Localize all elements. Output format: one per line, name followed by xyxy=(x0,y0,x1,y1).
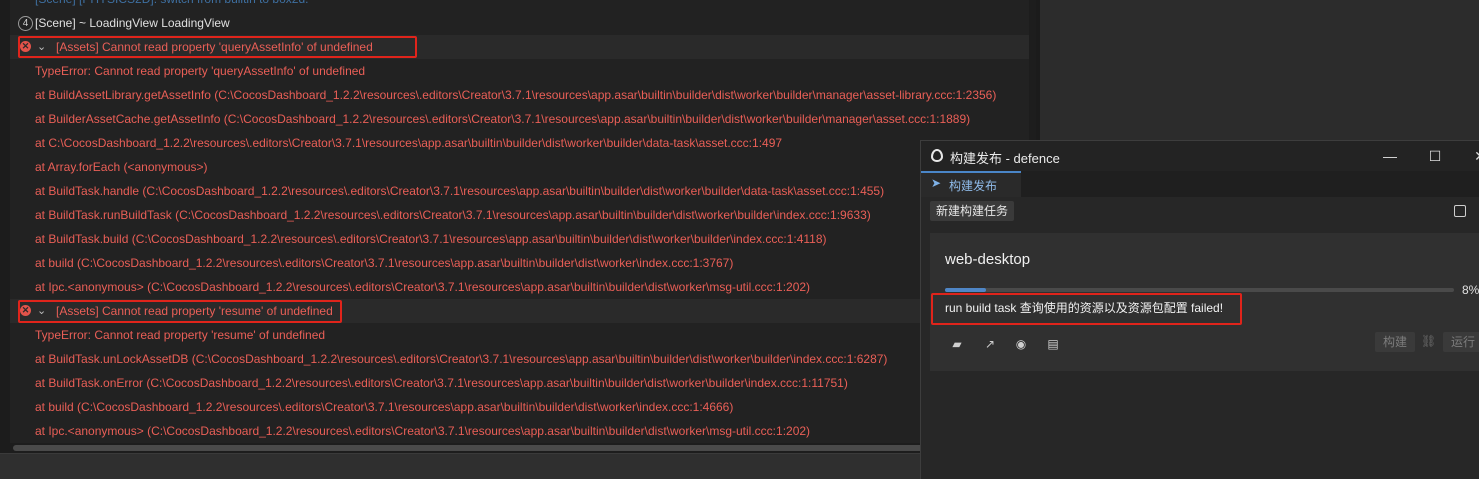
stack-trace-text: at build (C:\CocosDashboard_1.2.2\resour… xyxy=(35,400,734,414)
eye-icon[interactable]: ◉ xyxy=(1014,337,1028,351)
stack-trace-text: at Array.forEach (<anonymous>) xyxy=(35,160,208,174)
stack-trace-line[interactable]: TypeError: Cannot read property 'queryAs… xyxy=(10,59,1029,83)
tab-label: 构建发布 xyxy=(949,179,998,193)
stack-trace-line[interactable]: at build (C:\CocosDashboard_1.2.2\resour… xyxy=(10,395,1029,419)
stack-trace-line[interactable]: at BuildTask.handle (C:\CocosDashboard_1… xyxy=(10,179,1029,203)
stack-trace-line[interactable]: at Ipc.<anonymous> (C:\CocosDashboard_1.… xyxy=(10,275,1029,299)
maximize-button[interactable]: ☐ xyxy=(1413,141,1457,171)
bottom-status-bar xyxy=(0,453,1036,479)
task-platform-name: web-desktop xyxy=(945,251,1031,268)
build-progress-bar xyxy=(945,288,1454,292)
build-button[interactable]: 构建 xyxy=(1375,332,1415,352)
stack-trace-line[interactable]: at BuilderAssetCache.getAssetInfo (C:\Co… xyxy=(10,107,1029,131)
stack-trace-text: at C:\CocosDashboard_1.2.2\resources\.ed… xyxy=(35,136,783,150)
stack-trace-text: at BuildTask.unLockAssetDB (C:\CocosDash… xyxy=(35,352,888,366)
tab-build-publish[interactable]: ➤ 构建发布 xyxy=(921,171,1021,197)
link-icon[interactable]: ⛓ xyxy=(1421,334,1436,348)
new-build-task-button[interactable]: 新建构建任务 xyxy=(930,201,1015,221)
stack-trace-line[interactable]: at Ipc.<anonymous> (C:\CocosDashboard_1.… xyxy=(10,419,1029,443)
console-log-text: [Scene] [PHYSICS2D]: switch from builtin… xyxy=(35,0,308,11)
close-button[interactable]: ✕ xyxy=(1458,141,1479,171)
stack-trace-line[interactable]: TypeError: Cannot read property 'resume'… xyxy=(10,323,1029,347)
stack-trace-line[interactable]: at BuildTask.unLockAssetDB (C:\CocosDash… xyxy=(10,347,1029,371)
stack-trace-text: TypeError: Cannot read property 'queryAs… xyxy=(35,64,366,78)
stack-trace-text: at BuildTask.runBuildTask (C:\CocosDashb… xyxy=(35,208,871,222)
build-progress-percent: 8% xyxy=(1462,283,1479,297)
repeat-count-badge: 4 xyxy=(18,16,33,31)
window-title: 构建发布 - defence xyxy=(950,151,1060,166)
stack-trace-text: TypeError: Cannot read property 'resume'… xyxy=(35,328,326,342)
stack-trace-line[interactable]: at Array.forEach (<anonymous>) xyxy=(10,155,1029,179)
build-toolbar: 新建构建任务 xyxy=(921,197,1479,225)
edit-log-icon[interactable] xyxy=(1454,205,1466,217)
stack-trace-text: at build (C:\CocosDashboard_1.2.2\resour… xyxy=(35,256,734,270)
stack-trace-line[interactable]: at BuildAssetLibrary.getAssetInfo (C:\Co… xyxy=(10,83,1029,107)
highlight-box xyxy=(931,293,1242,325)
cocos-app-icon xyxy=(931,149,943,162)
document-icon[interactable]: ▤ xyxy=(1046,337,1060,351)
stack-trace-text: at BuildTask.build (C:\CocosDashboard_1.… xyxy=(35,232,827,246)
stack-trace-line[interactable]: at BuildTask.onError (C:\CocosDashboard_… xyxy=(10,371,1029,395)
tab-strip: ➤ 构建发布 xyxy=(921,171,1479,197)
stack-trace-text: at Ipc.<anonymous> (C:\CocosDashboard_1.… xyxy=(35,424,811,438)
run-button[interactable]: 运行 xyxy=(1443,332,1479,352)
horizontal-scrollbar-thumb[interactable] xyxy=(13,445,1029,451)
stack-trace-line[interactable]: at C:\CocosDashboard_1.2.2\resources\.ed… xyxy=(10,131,1029,155)
open-external-icon[interactable]: ↗ xyxy=(983,337,997,351)
build-task-card: web-desktop 8% run build task 查询使用的资源以及资… xyxy=(930,233,1479,371)
minimize-button[interactable]: — xyxy=(1368,141,1412,171)
stack-trace-line[interactable]: at build (C:\CocosDashboard_1.2.2\resour… xyxy=(10,251,1029,275)
stack-trace-text: at BuilderAssetCache.getAssetInfo (C:\Co… xyxy=(35,112,971,126)
stack-trace-text: at BuildAssetLibrary.getAssetInfo (C:\Co… xyxy=(35,88,997,102)
build-window: 构建发布 - defence — ☐ ✕ ➤ 构建发布 新建构建任务 web-d… xyxy=(920,140,1479,479)
stack-trace-line[interactable]: at BuildTask.runBuildTask (C:\CocosDashb… xyxy=(10,203,1029,227)
console-panel: [Scene] [PHYSICS2D]: switch from builtin… xyxy=(0,0,1036,453)
console-log-row[interactable]: 4 [Scene] ~ LoadingView LoadingView xyxy=(10,11,1029,35)
build-progress-fill xyxy=(945,288,986,292)
console-gutter xyxy=(0,0,10,453)
console-log-row[interactable]: [Scene] [PHYSICS2D]: switch from builtin… xyxy=(10,0,1029,11)
highlight-box xyxy=(18,300,342,323)
stack-trace-line[interactable]: at BuildTask.build (C:\CocosDashboard_1.… xyxy=(10,227,1029,251)
window-titlebar[interactable]: 构建发布 - defence — ☐ ✕ xyxy=(921,141,1479,171)
highlight-box xyxy=(18,36,417,58)
send-icon: ➤ xyxy=(931,176,942,190)
folder-icon[interactable]: ▰ xyxy=(950,337,964,351)
stack-trace-text: at BuildTask.onError (C:\CocosDashboard_… xyxy=(35,376,848,390)
stack-trace-text: at BuildTask.handle (C:\CocosDashboard_1… xyxy=(35,184,885,198)
console-log-text: [Scene] ~ LoadingView LoadingView xyxy=(35,16,230,30)
stack-trace-text: at Ipc.<anonymous> (C:\CocosDashboard_1.… xyxy=(35,280,811,294)
